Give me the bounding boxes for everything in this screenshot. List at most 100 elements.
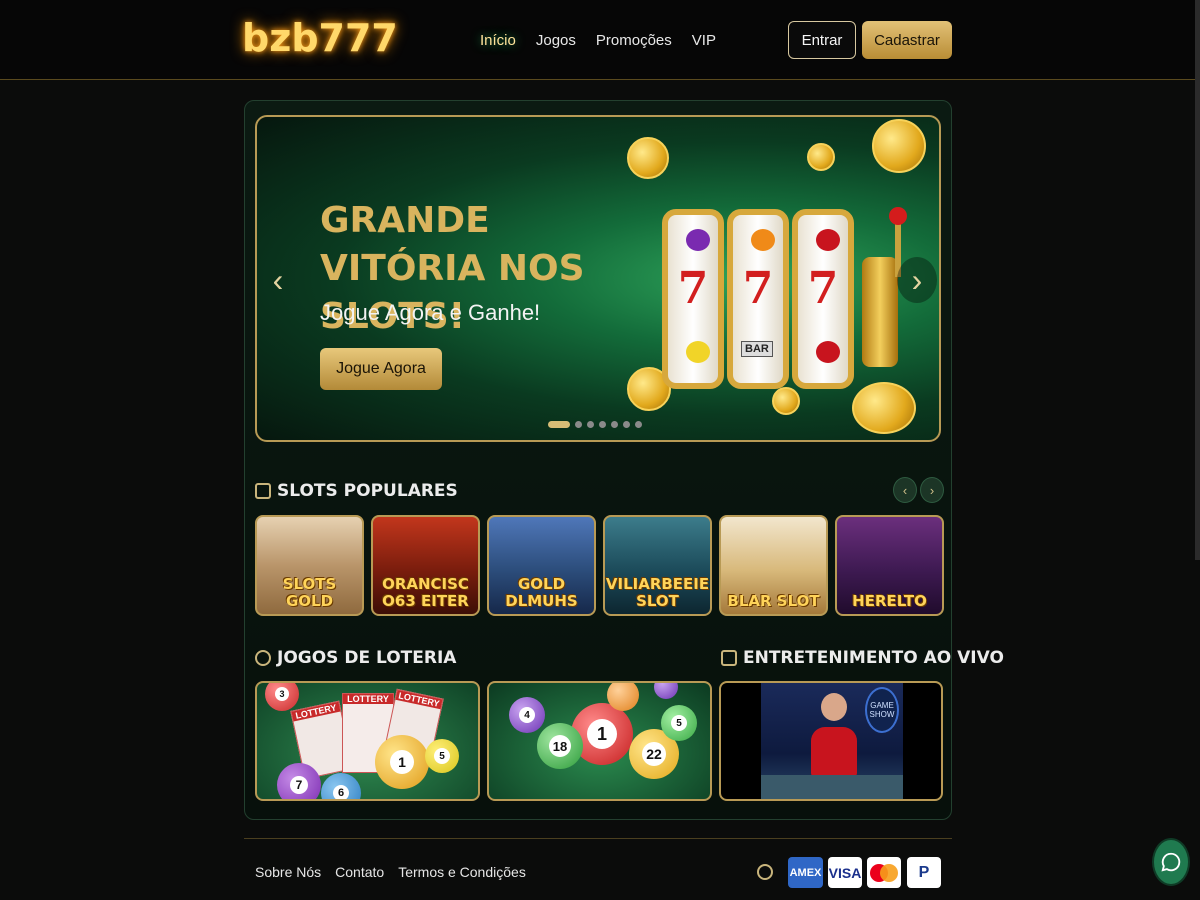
coin-icon xyxy=(852,382,916,434)
slots-section-title: SLOTS POPULARES xyxy=(255,481,458,501)
globe-icon xyxy=(255,650,271,666)
slot-game-title: VILIARBEEIE SLOT xyxy=(605,575,710,610)
slot-game-card[interactable]: ORANCISC O63 EITER xyxy=(371,515,480,616)
footer-links: Sobre Nós Contato Termos e Condições xyxy=(255,864,526,880)
seven-symbol: 7 xyxy=(742,263,774,314)
nav-vip[interactable]: VIP xyxy=(682,28,726,53)
site-header: bzb777 Início Jogos Promoções VIP Entrar… xyxy=(0,0,1200,80)
main-nav: Início Jogos Promoções VIP xyxy=(470,28,726,53)
bar-symbol: BAR xyxy=(741,341,773,357)
footer-divider xyxy=(244,838,952,839)
seven-symbol: 7 xyxy=(677,263,709,314)
site-logo[interactable]: bzb777 xyxy=(242,16,398,60)
hero-subtitle: Jogue Agora e Ganhe! xyxy=(320,300,541,325)
lottery-ball: 18 xyxy=(537,723,583,769)
login-button[interactable]: Entrar xyxy=(788,21,856,59)
slots-section-label: SLOTS POPULARES xyxy=(277,481,458,501)
game-show-sign: GAME SHOW xyxy=(865,687,899,733)
play-now-button[interactable]: Jogue Agora xyxy=(320,348,442,390)
globe-icon[interactable] xyxy=(757,864,773,880)
coin-icon xyxy=(627,137,669,179)
slot-machine-illustration: 7 7 BAR 7 xyxy=(627,119,926,434)
reel-3: 7 xyxy=(792,209,854,389)
mastercard-circles-icon xyxy=(870,863,898,882)
lottery-ball: 3 xyxy=(265,683,299,711)
coin-icon xyxy=(872,119,926,173)
lottery-ball xyxy=(607,683,639,711)
lottery-ball xyxy=(654,683,678,699)
ticket-label: LOTTERY xyxy=(343,694,393,704)
pagination-dot[interactable] xyxy=(635,421,642,428)
page-scrollbar[interactable] xyxy=(1195,0,1200,560)
live-section-label: ENTRETENIMENTO AO VIVO xyxy=(743,648,1004,668)
dealer-icon xyxy=(721,650,737,666)
slot-game-card[interactable]: VILIARBEEIE SLOT xyxy=(603,515,712,616)
dealer-face xyxy=(821,693,847,721)
pagination-dot[interactable] xyxy=(623,421,630,428)
seven-symbol: 7 xyxy=(807,263,839,314)
nav-promocoes[interactable]: Promoções xyxy=(586,28,682,53)
hero-banner[interactable]: GRANDE VITÓRIA NOS SLOTS! Jogue Agora e … xyxy=(255,115,941,442)
live-section-title: ENTRETENIMENTO AO VIVO xyxy=(721,648,1004,668)
lottery-ball: 5 xyxy=(661,705,697,741)
lottery-section-label: JOGOS DE LOTERIA xyxy=(277,648,457,668)
lottery-ball: 6 xyxy=(321,773,361,799)
ticket-label: LOTTERY xyxy=(395,689,443,710)
slot-game-title: BLAR SLOT xyxy=(727,592,820,610)
footer-link-contact[interactable]: Contato xyxy=(335,864,384,880)
temple-icon xyxy=(255,483,271,499)
footer-link-terms[interactable]: Termos e Condições xyxy=(398,864,526,880)
pagination-dot[interactable] xyxy=(599,421,606,428)
slot-game-card[interactable]: BLAR SLOT xyxy=(719,515,828,616)
visa-logo: VISA xyxy=(828,857,862,888)
live-chat-button[interactable] xyxy=(1152,838,1190,886)
pagination-dot[interactable] xyxy=(611,421,618,428)
mastercard-yellow-circle xyxy=(880,863,898,882)
paypal-logo: P xyxy=(907,857,941,888)
slot-game-card[interactable]: SLOTS GOLD xyxy=(255,515,364,616)
hero-pagination xyxy=(548,421,642,428)
dealer-dress xyxy=(811,727,857,777)
reel-1: 7 xyxy=(662,209,724,389)
lottery-ball: 1 xyxy=(375,735,429,789)
nav-jogos[interactable]: Jogos xyxy=(526,28,586,53)
slot-game-title: GOLD DLMUHS xyxy=(505,575,578,610)
slot-game-title: HERELTO xyxy=(852,592,927,610)
slot-game-title: SLOTS GOLD xyxy=(282,575,337,610)
ticket-label: LOTTERY xyxy=(291,701,341,722)
hero-next-arrow[interactable]: › xyxy=(897,257,937,303)
live-studio-scene: GAME SHOW xyxy=(761,683,903,799)
slot-game-card[interactable]: HERELTO xyxy=(835,515,944,616)
cherry-icon xyxy=(816,229,840,251)
cherry-icon xyxy=(816,341,840,363)
pagination-dot[interactable] xyxy=(575,421,582,428)
lottery-section-title: JOGOS DE LOTERIA xyxy=(255,648,456,668)
footer-link-about[interactable]: Sobre Nós xyxy=(255,864,321,880)
slot-game-card[interactable]: GOLD DLMUHS xyxy=(487,515,596,616)
hero-prev-arrow[interactable]: ‹ xyxy=(261,257,295,303)
lottery-card-tickets[interactable]: LOTTERY LOTTERY LOTTERY 1 5 7 6 3 xyxy=(255,681,480,801)
mastercard-logo xyxy=(867,857,901,888)
lever-knob-icon xyxy=(889,207,907,225)
live-entertainment-card[interactable]: GAME SHOW xyxy=(719,681,943,801)
amex-logo: AMEX xyxy=(788,857,823,888)
plum-icon xyxy=(686,229,710,251)
coin-icon xyxy=(772,387,800,415)
register-button[interactable]: Cadastrar xyxy=(862,21,952,59)
pagination-dot[interactable] xyxy=(587,421,594,428)
game-table xyxy=(761,775,903,799)
lottery-ball: 7 xyxy=(277,763,321,799)
chat-bubble-icon xyxy=(1161,852,1181,872)
slots-next-button[interactable]: › xyxy=(920,477,944,503)
lottery-ball: 4 xyxy=(509,697,545,733)
orange-icon xyxy=(751,229,775,251)
slots-prev-button[interactable]: ‹ xyxy=(893,477,917,503)
lottery-card-balls[interactable]: 1 18 22 4 5 xyxy=(487,681,712,801)
popular-slots-row: SLOTS GOLD ORANCISC O63 EITER GOLD DLMUH… xyxy=(255,515,944,616)
lottery-ball: 5 xyxy=(425,739,459,773)
machine-side xyxy=(862,257,898,367)
slot-game-title: ORANCISC O63 EITER xyxy=(382,575,469,610)
coin-icon xyxy=(807,143,835,171)
pagination-dot[interactable] xyxy=(548,421,570,428)
nav-inicio[interactable]: Início xyxy=(470,28,526,53)
